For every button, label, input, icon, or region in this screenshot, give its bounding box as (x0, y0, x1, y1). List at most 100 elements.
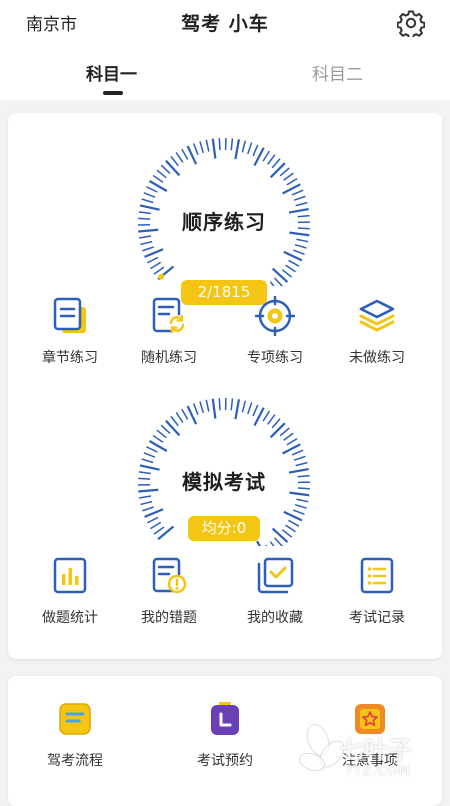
watermark-text: 七叶子 (340, 730, 412, 765)
question-stats-button[interactable]: 做题统计 (25, 556, 115, 627)
calendar-icon (207, 701, 243, 737)
active-tab-indicator (103, 91, 123, 95)
tab-subject-two[interactable]: 科目二 (312, 60, 363, 85)
gauge-tick (206, 140, 208, 152)
target-icon (255, 296, 295, 336)
gauge-tick (200, 401, 203, 413)
gauge-tick (273, 269, 288, 283)
gauge-tick (294, 456, 305, 460)
gauge-tick (140, 502, 152, 505)
topic-practice-label: 专项练习 (230, 347, 320, 367)
gauge-tick (153, 175, 163, 182)
gauge-tick (293, 510, 304, 514)
gauge-tick (139, 496, 151, 498)
gauge-tick (142, 459, 153, 462)
chapter-practice-label: 章节练习 (25, 347, 115, 367)
error-doc-icon (149, 556, 189, 596)
gauge-tick (158, 526, 173, 539)
my-mistakes-button[interactable]: 我的错题 (124, 556, 214, 627)
gauge-tick (287, 179, 297, 185)
gauge-tick (150, 262, 160, 268)
gauge-tick (182, 149, 188, 159)
gauge-tick (194, 144, 198, 155)
gauge-tick (271, 423, 285, 437)
gear-icon[interactable] (397, 9, 425, 37)
topic-practice-button[interactable]: 专项练习 (230, 296, 320, 367)
gauge-tick (268, 155, 275, 165)
gauge-tick (166, 421, 180, 436)
chapter-practice-button[interactable]: 章节练习 (25, 296, 115, 367)
gauge-tick (273, 529, 288, 543)
gauge-tick (213, 139, 216, 159)
gauge-tick (161, 165, 170, 173)
gauge-tick (295, 245, 307, 248)
bar-chart-icon (50, 556, 90, 596)
gauge-tick (142, 507, 153, 511)
gauge-tick (146, 187, 157, 192)
gauge-tick (286, 265, 296, 272)
gauge-tick (270, 542, 278, 546)
random-practice-label: 随机练习 (124, 347, 214, 367)
gauge-tick (284, 252, 302, 260)
gauge-tick (194, 404, 198, 415)
sequential-practice-dial[interactable]: 顺序练习 2/1815 (134, 136, 314, 286)
gauge-tick (242, 141, 245, 153)
gauge-tick (272, 159, 280, 168)
gauge-tick (275, 538, 283, 546)
question-stats-label: 做题统计 (25, 607, 115, 627)
gauge-tick (284, 433, 294, 440)
gauge-tick (284, 512, 302, 520)
gauge-tick (294, 196, 305, 200)
gauge-tick (282, 530, 291, 537)
gauge-tick (154, 267, 164, 274)
gauge-tick (271, 163, 285, 177)
gauge-tick (253, 405, 258, 416)
mock-exam-dial[interactable]: 模拟考试 均分:0 (134, 396, 314, 546)
my-favorites-button[interactable]: 我的收藏 (230, 556, 320, 627)
watermark-subtext: 7YZ.COM (344, 764, 411, 779)
gauge-tick (142, 247, 153, 251)
shuffle-doc-icon (149, 296, 189, 336)
undone-practice-button[interactable]: 未做练习 (332, 296, 422, 367)
gauge-tick (154, 527, 164, 534)
gauge-tick (253, 145, 258, 156)
gauge-tick (166, 161, 180, 176)
undone-practice-label: 未做练习 (332, 347, 422, 367)
gauge-tick (139, 236, 151, 238)
gauge-tick (266, 545, 273, 546)
gauge-tick (270, 282, 278, 286)
exam-booking-button[interactable]: 考试预约 (170, 701, 280, 770)
gauge-tick (153, 435, 163, 442)
gauge-tick (176, 152, 183, 162)
exam-records-label: 考试记录 (332, 607, 422, 627)
gauge-tick (171, 156, 178, 165)
gauge-tick (144, 193, 155, 197)
gauge-tick (286, 525, 296, 532)
gauge-tick (284, 173, 294, 180)
gauge-tick (182, 409, 188, 419)
gauge-tick (263, 151, 269, 161)
gauge-tick (144, 453, 155, 457)
gauge-tick (176, 412, 183, 422)
gauge-tick (292, 190, 303, 195)
gauge-tick (288, 520, 298, 526)
gauge-tick (219, 398, 220, 410)
gauge-tick (287, 439, 297, 445)
gauge-tick (292, 450, 303, 455)
gauge-tick (171, 416, 178, 425)
gauge-tick (200, 141, 203, 153)
exam-process-button[interactable]: 驾考流程 (20, 701, 130, 770)
gauge-tick (206, 400, 208, 412)
gauge-tick (140, 242, 152, 245)
average-score-badge: 均分:0 (188, 516, 260, 541)
gauge-tick (242, 401, 245, 413)
exam-booking-label: 考试预约 (170, 750, 280, 770)
tab-subject-one[interactable]: 科目一 (86, 60, 137, 85)
gauge-tick (248, 143, 252, 154)
top-bar: 南京市 驾考 小车 科目一 科目二 (0, 0, 450, 100)
gauge-tick (293, 250, 304, 254)
exam-records-button[interactable]: 考试记录 (332, 556, 422, 627)
random-practice-button[interactable]: 随机练习 (124, 296, 214, 367)
sequential-practice-label: 顺序练习 (134, 206, 314, 235)
gauge-tick (296, 499, 308, 501)
